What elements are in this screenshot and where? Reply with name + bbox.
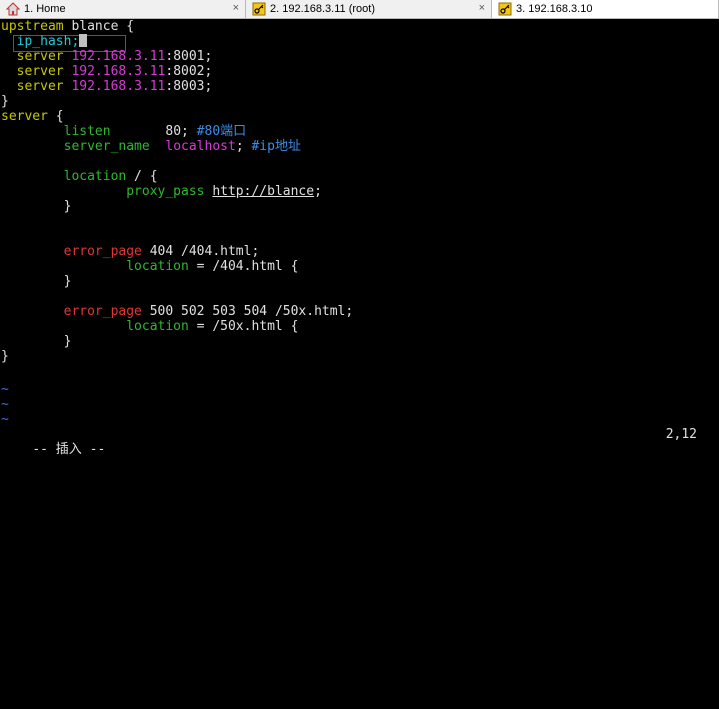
keyword: server xyxy=(1,109,48,124)
code-line: ip_hash; xyxy=(1,34,88,49)
code-line: } xyxy=(1,334,72,349)
code-line: } xyxy=(1,94,9,109)
empty-line-tilde: ~ xyxy=(1,382,9,397)
comment: #ip地址 xyxy=(251,139,301,154)
tab-session-2[interactable]: 2. 192.168.3.11 (root) × xyxy=(246,0,492,18)
value: localhost xyxy=(149,139,236,154)
code-line: } xyxy=(1,199,72,214)
insert-mode-indicator: -- 插入 -- xyxy=(32,442,106,457)
code-line: proxy_pass http://blance; xyxy=(1,184,322,199)
terminal-editor[interactable]: upstream blance { ip_hash; server 192.16… xyxy=(0,19,719,457)
text-cursor xyxy=(79,34,88,47)
tab-home-label: 1. Home xyxy=(24,3,66,15)
value: 500 502 503 504 /50x.html; xyxy=(141,304,354,319)
close-icon[interactable]: × xyxy=(233,2,239,14)
ip-address: 192.168.3.11 xyxy=(71,79,166,94)
code-line: error_page 404 /404.html; xyxy=(1,244,260,259)
directive: listen xyxy=(1,124,111,139)
keyword: upstream xyxy=(1,19,64,34)
code-line: error_page 500 502 503 504 /50x.html; xyxy=(1,304,354,319)
code-line: location = /50x.html { xyxy=(1,319,298,334)
code-line: server 192.168.3.11:8001; xyxy=(1,49,213,64)
proxy-url-link[interactable]: http://blance xyxy=(212,184,314,199)
keyword: server xyxy=(1,64,72,79)
empty-line-tilde: ~ xyxy=(1,412,9,427)
code-line: } xyxy=(1,349,9,364)
tab-session-3[interactable]: 3. 192.168.3.10 xyxy=(492,0,719,18)
code-line: location = /404.html { xyxy=(1,259,298,274)
upstream-name: blance { xyxy=(63,19,135,34)
port: :8001; xyxy=(165,49,213,64)
value: 80; xyxy=(110,124,197,139)
code-line: server 192.168.3.11:8003; xyxy=(1,79,213,94)
tab-session-2-label: 2. 192.168.3.11 (root) xyxy=(270,3,375,15)
code-line: server { xyxy=(1,109,64,124)
value: = /404.html { xyxy=(188,259,299,274)
comment: #80端口 xyxy=(196,124,247,139)
keyword: server xyxy=(1,79,72,94)
value: / { xyxy=(126,169,158,184)
punctuation: ; xyxy=(314,184,322,199)
tab-bar: 1. Home × 2. 192.168.3.11 (root) × 3. 19… xyxy=(0,0,719,19)
empty-line-tilde: ~ xyxy=(1,397,9,412)
value: = /50x.html { xyxy=(188,319,299,334)
code-line: server 192.168.3.11:8002; xyxy=(1,64,213,79)
code-line: location / { xyxy=(1,169,158,184)
directive: location xyxy=(1,259,189,274)
directive: server_name xyxy=(1,139,150,154)
directive: error_page xyxy=(1,244,142,259)
code-line: upstream blance { xyxy=(1,19,134,34)
tab-home[interactable]: 1. Home × xyxy=(0,0,246,18)
directive: proxy_pass xyxy=(1,184,205,199)
home-icon xyxy=(6,2,20,16)
code-line: } xyxy=(1,274,72,289)
ip-address: 192.168.3.11 xyxy=(71,64,166,79)
port: :8002; xyxy=(165,64,213,79)
directive: error_page xyxy=(1,304,142,319)
cursor-position: 2,12 xyxy=(665,427,697,442)
punctuation: ; xyxy=(235,139,252,154)
code-line: listen 80; #80端口 xyxy=(1,124,247,139)
brace: { xyxy=(47,109,64,124)
key-icon xyxy=(498,2,512,16)
keyword: server xyxy=(1,49,72,64)
code-line: server_name localhost; #ip地址 xyxy=(1,139,301,154)
status-line: -- 插入 -- 2,12 xyxy=(1,427,717,457)
tab-session-3-label: 3. 192.168.3.10 xyxy=(516,3,593,15)
ip-address: 192.168.3.11 xyxy=(71,49,166,64)
close-icon[interactable]: × xyxy=(479,2,485,14)
directive: location xyxy=(1,169,127,184)
port: :8003; xyxy=(165,79,213,94)
value: 404 /404.html; xyxy=(141,244,260,259)
directive: location xyxy=(1,319,189,334)
key-icon xyxy=(252,2,266,16)
ip-hash-directive: ip_hash; xyxy=(1,34,80,49)
